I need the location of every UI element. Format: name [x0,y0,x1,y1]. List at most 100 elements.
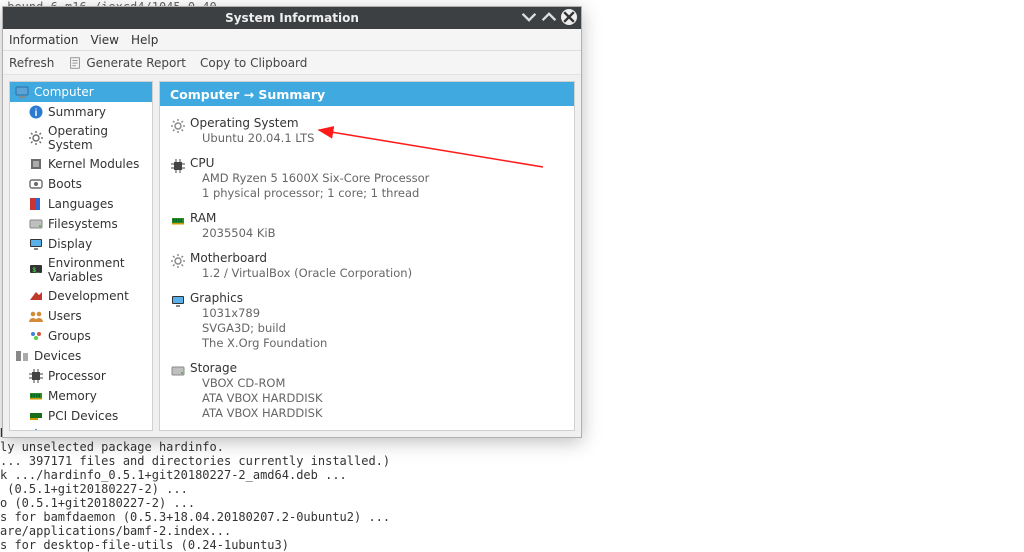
tree-group-label: Computer [34,85,94,99]
section-title: Operating System [190,116,574,131]
tree-item-label: Processor [48,369,106,383]
close-button[interactable] [561,9,577,25]
summary-section-cpu[interactable]: CPUAMD Ryzen 5 1600X Six-Core Processor1… [160,152,574,207]
content-panel[interactable]: Computer → Summary Operating SystemUbunt… [159,81,575,431]
titlebar[interactable]: System Information [3,7,581,29]
tree-item-users[interactable]: Users [10,306,152,326]
gear-icon [28,130,44,146]
tree-item-pci-devices[interactable]: PCI Devices [10,406,152,426]
tree-item-kernel-modules[interactable]: Kernel Modules [10,154,152,174]
tree-item-development[interactable]: Development [10,286,152,306]
window-title: System Information [225,11,359,25]
tree-item-boots[interactable]: Boots [10,174,152,194]
tree-item-operating-system[interactable]: Operating System [10,122,152,154]
tree-item-summary[interactable]: i Summary [10,102,152,122]
window-controls [521,9,577,25]
tree-item-label: Summary [48,105,106,119]
cpu-icon [28,368,44,384]
gear-icon [170,118,186,134]
display-icon [28,236,44,252]
summary-section-printers[interactable]: Printers [160,427,574,431]
section-line: 1.2 / VirtualBox (Oracle Corporation) [190,266,574,281]
boot-icon [28,176,44,192]
display-icon [166,291,190,351]
computer-icon [14,84,30,100]
tree-item-environment-variables[interactable]: $_Environment Variables [10,254,152,286]
memory-icon [166,211,190,241]
tree-item-memory[interactable]: Memory [10,386,152,406]
section-line: AMD Ryzen 5 1600X Six-Core Processor [190,171,574,186]
section-line: ATA VBOX HARDDISK [190,406,574,421]
sidebar-tree[interactable]: Computer i Summary Operating System Kernel M… [9,81,153,431]
tree-item-languages[interactable]: Languages [10,194,152,214]
minimize-button[interactable] [521,9,537,25]
cpu-icon [170,158,186,174]
groups-icon [28,328,44,344]
chevron-down-icon [521,9,537,25]
memory-icon [170,213,186,229]
menu-help[interactable]: Help [131,33,158,47]
svg-text:$_: $_ [32,267,40,274]
summary-section-ram[interactable]: RAM2035504 KiB [160,207,574,247]
section-line: Ubuntu 20.04.1 LTS [190,131,574,146]
users-icon [28,308,44,324]
section-line: 1031x789 [190,306,574,321]
module-icon [28,156,44,172]
devices-icon [14,348,30,364]
section-line: 2035504 KiB [190,226,574,241]
section-title: CPU [190,156,574,171]
section-line: VBOX CD-ROM [190,376,574,391]
tree-group-devices[interactable]: Devices [10,346,152,366]
computer-icon [14,84,30,100]
copy-clipboard-button[interactable]: Copy to Clipboard [200,56,307,70]
tree-item-usb-devices[interactable]: USB Devices [10,426,152,431]
tree-group-computer[interactable]: Computer [10,82,152,102]
env-icon: $_ [28,262,44,278]
devices-icon [14,348,30,364]
generate-report-button[interactable]: Generate Report [68,56,186,70]
tree-item-groups[interactable]: Groups [10,326,152,346]
report-icon [68,56,82,70]
svg-text:i: i [35,108,38,119]
tree-item-label: Filesystems [48,217,118,231]
drive-icon [166,361,190,421]
summary-section-motherboard[interactable]: Motherboard1.2 / VirtualBox (Oracle Corp… [160,247,574,287]
gear-icon [166,251,190,281]
tree-item-filesystems[interactable]: Filesystems [10,214,152,234]
tree-item-label: Memory [48,389,97,403]
menu-information[interactable]: Information [9,33,78,47]
menubar: Information View Help [3,29,581,51]
chevron-up-icon [541,9,557,25]
gear-icon [28,130,44,146]
summary-section-storage[interactable]: StorageVBOX CD-ROMATA VBOX HARDDISKATA V… [160,357,574,427]
tree-item-label: Display [48,237,92,251]
close-icon [561,9,577,25]
tree-item-label: USB Devices [48,429,124,431]
tree-group-label: Devices [34,349,81,363]
maximize-button[interactable] [541,9,557,25]
section-title: Graphics [190,291,574,306]
drive-icon [28,216,44,232]
system-information-window: System Information Information View Help… [2,6,582,438]
module-icon [28,156,44,172]
pci-icon [28,408,44,424]
cpu-icon [28,368,44,384]
breadcrumb: Computer → Summary [160,82,574,106]
tree-item-label: Kernel Modules [48,157,139,171]
usb-icon [28,428,44,431]
menu-view[interactable]: View [90,33,118,47]
drive-icon [170,363,186,379]
cpu-icon [166,156,190,201]
summary-section-graphics[interactable]: Graphics1031x789SVGA3D; buildThe X.Org F… [160,287,574,357]
dev-icon [28,288,44,304]
section-title: Storage [190,361,574,376]
section-line: ATA VBOX HARDDISK [190,391,574,406]
tree-item-display[interactable]: Display [10,234,152,254]
summary-section-operating-system[interactable]: Operating SystemUbuntu 20.04.1 LTS [160,112,574,152]
refresh-button[interactable]: Refresh [9,56,54,70]
tree-item-processor[interactable]: Processor [10,366,152,386]
drive-icon [28,216,44,232]
section-line: 1 physical processor; 1 core; 1 thread [190,186,574,201]
display-icon [28,236,44,252]
memory-icon [28,388,44,404]
